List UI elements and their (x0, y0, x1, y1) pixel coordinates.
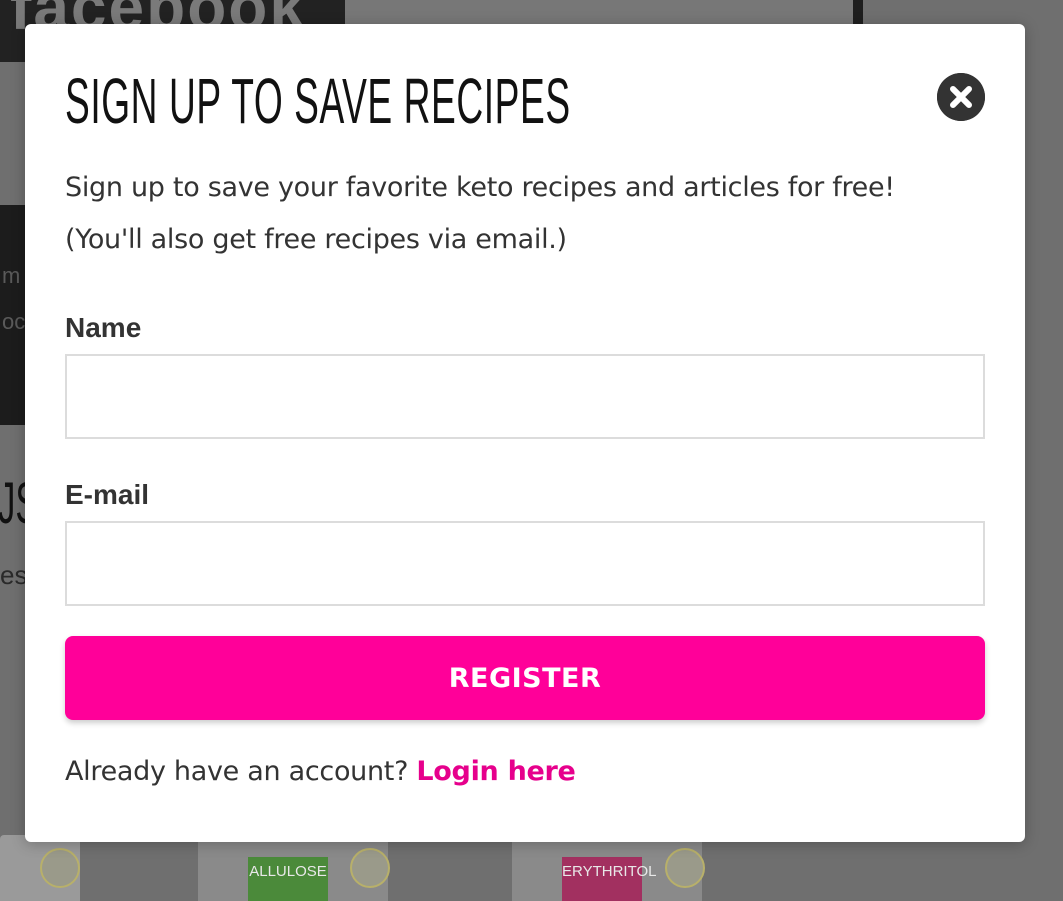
name-label: Name (65, 312, 142, 343)
modal-description: Sign up to save your favorite keto recip… (65, 162, 985, 266)
modal-title: SIGN UP TO SAVE RECIPES (65, 65, 571, 137)
register-button[interactable]: REGISTER (65, 636, 985, 720)
close-circle-icon (937, 73, 985, 121)
email-label: E-mail (65, 479, 150, 510)
email-input[interactable] (65, 521, 985, 606)
description-line: Sign up to save your favorite keto recip… (65, 172, 895, 203)
login-prompt-line: Already have an account? Login here (65, 756, 576, 787)
login-link[interactable]: Login here (416, 756, 575, 787)
modal-overlay[interactable]: SIGN UP TO SAVE RECIPES Sign up to save … (0, 0, 1063, 901)
description-line: (You'll also get free recipes via email.… (65, 224, 567, 255)
name-input[interactable] (65, 354, 985, 439)
close-button[interactable] (937, 73, 985, 121)
signup-modal: SIGN UP TO SAVE RECIPES Sign up to save … (25, 24, 1025, 842)
login-prompt: Already have an account? (65, 756, 409, 787)
